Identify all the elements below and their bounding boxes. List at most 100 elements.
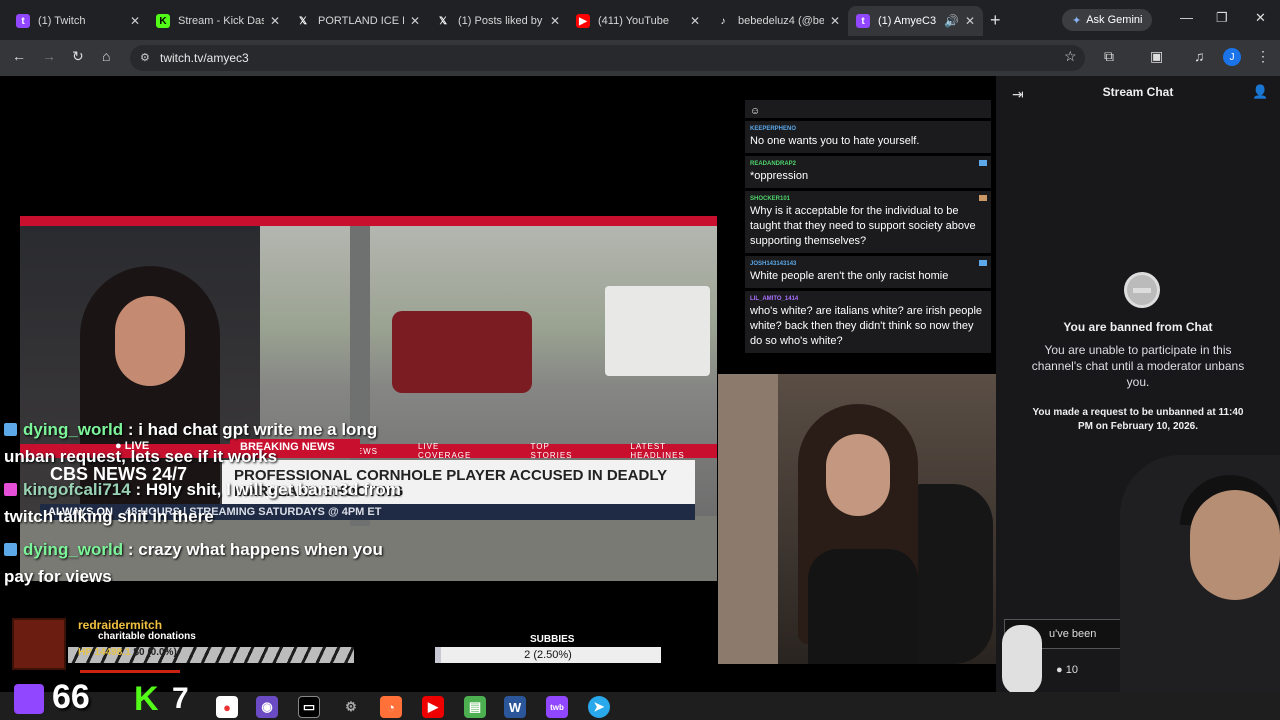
streamer-face (826, 434, 890, 516)
ask-gemini-button[interactable]: ✦ Ask Gemini (1062, 9, 1153, 31)
tab-twitch[interactable]: t (1) Twitch ✕ (8, 6, 148, 36)
files-icon[interactable]: ▤ (464, 696, 486, 718)
twitch-app-icon[interactable]: twb (546, 696, 568, 718)
x-icon: 𝕏 (298, 15, 308, 27)
tab-youtube[interactable]: ▶ (411) YouTube ✕ (568, 6, 708, 36)
back-button[interactable]: ← (12, 48, 26, 64)
youtube-icon: ▶ (576, 14, 590, 28)
restore-button[interactable]: ❐ (1216, 10, 1228, 26)
close-window-button[interactable]: ✕ (1255, 10, 1266, 26)
badge-icon (979, 195, 987, 201)
telegram-icon[interactable]: ➤ (588, 696, 610, 718)
chat-text: No one wants you to hate yourself. (750, 135, 920, 147)
chat-username: READANDRAP2 (750, 161, 797, 167)
close-icon[interactable]: ✕ (130, 14, 140, 28)
badge-icon (979, 260, 987, 266)
taskbar: ● ◉ ▭ ⚙ ◔ ▶ ▤ W twb ➤ (0, 692, 1280, 720)
banned-icon (1124, 272, 1160, 308)
subbies-progress: 2 (2.50%) (435, 647, 661, 663)
red-suv (392, 311, 532, 393)
menu-icon[interactable]: ⋮ (1256, 48, 1270, 65)
person-head (1190, 490, 1280, 600)
extensions-icon[interactable]: ⧉ (1104, 48, 1114, 65)
overlay-chat-item: READANDRAP2 *oppression (745, 156, 991, 188)
new-tab-button[interactable]: + (990, 10, 1001, 31)
community-icon[interactable]: 👤 (1252, 84, 1268, 100)
subbies-value: 2 (2.50%) (524, 649, 572, 661)
discord-icon[interactable]: ◉ (256, 696, 278, 718)
background-door (718, 374, 778, 664)
tab-title: bebedeluz4 (@be (738, 15, 824, 27)
close-icon[interactable]: ✕ (830, 14, 840, 28)
chat-username: kingofcali714 (23, 480, 131, 499)
profile-avatar[interactable]: J (1223, 48, 1241, 66)
points-value: 10 (1065, 664, 1078, 676)
minimize-button[interactable]: — (1180, 10, 1193, 25)
tab-x-portland[interactable]: 𝕏 PORTLAND ICE PR ✕ (288, 6, 428, 36)
firefox-icon[interactable]: ◔ (380, 696, 402, 718)
chat-username: SHOCKER101 (750, 196, 791, 202)
ticker-item: TOP STORIES (530, 442, 573, 460)
gemini-icon: ✦ (1072, 14, 1082, 27)
twitch-icon: t (16, 14, 30, 28)
media-control-icon[interactable]: ♫ (1194, 48, 1205, 64)
emote-icon: ☺ (750, 106, 761, 117)
close-icon[interactable]: ✕ (550, 14, 560, 28)
chrome-icon[interactable]: ● (216, 696, 238, 718)
tab-title: (411) YouTube (598, 15, 669, 27)
streamer-webcam (718, 374, 996, 664)
crown-badge-icon (4, 543, 17, 556)
overlay-chat-item: ☺ (745, 100, 991, 118)
reload-button[interactable]: ↻ (72, 48, 84, 65)
stream-overlay-chat: ☺ KEEPERPHENO No one wants you to hate y… (745, 100, 991, 356)
word-icon[interactable]: W (504, 696, 526, 718)
twitch-icon: t (856, 14, 870, 28)
home-button[interactable]: ⌂ (102, 48, 110, 64)
tab-x-posts[interactable]: 𝕏 (1) Posts liked by ✕ (428, 6, 568, 36)
tab-kick[interactable]: K Stream - Kick Dash ✕ (148, 6, 288, 36)
unban-request-note: You made a request to be unbanned at 11:… (1032, 407, 1244, 432)
close-icon[interactable]: ✕ (690, 14, 700, 28)
hud-red-line (80, 670, 180, 673)
forward-button[interactable]: → (42, 48, 56, 64)
chat-text: White people aren't the only racist homi… (750, 270, 949, 282)
tab-title: (1) Twitch (38, 15, 86, 27)
browser-toolbar: ← → ↻ ⌂ ⚙ twitch.tv/amyec3 ☆ ⧉ ▣ ♫ ⋮ (0, 40, 1280, 76)
reading-list-icon[interactable]: ▣ (1150, 48, 1163, 65)
settings-icon[interactable]: ⚙ (340, 696, 362, 718)
kick-logo-icon: K (134, 680, 159, 718)
address-bar[interactable]: ⚙ twitch.tv/amyec3 (130, 45, 1085, 71)
big-chat-item: kingofcali714 : H9ly shit, I will get ba… (4, 480, 401, 526)
tab-amyec3[interactable]: t (1) AmyeC3 - 🔊 ✕ (848, 6, 983, 36)
donor-name: redraidermitch (78, 618, 163, 632)
browser-tab-bar: t (1) Twitch ✕ K Stream - Kick Dash ✕ 𝕏 … (0, 0, 1280, 40)
close-icon[interactable]: ✕ (410, 14, 420, 28)
chat-title: Stream Chat (1102, 85, 1174, 99)
subbies-label: SUBBIES (530, 634, 575, 645)
stream-big-chat: dying_world : i had chat gpt write me a … (4, 416, 404, 590)
site-info-icon[interactable]: ⚙ (140, 51, 150, 64)
tab-title: Stream - Kick Dash (178, 15, 264, 27)
chat-username: dying_world (23, 420, 124, 439)
donation-label: charitable donations (98, 631, 196, 642)
overlay-chat-item: KEEPERPHENO No one wants you to hate you… (745, 121, 991, 153)
close-icon[interactable]: ✕ (965, 14, 975, 28)
anchor-face (115, 296, 185, 386)
donation-amount: $0 (0.0%) (133, 647, 177, 658)
kick-icon: K (156, 14, 170, 28)
speaker-icon[interactable]: 🔊 (944, 14, 959, 28)
overlay-chat-item: LIL_AMITO_1414 who's white? are italians… (745, 291, 991, 353)
stream-hud: redraidermitch charitable donations HP 1… (0, 615, 700, 695)
hp-text: HP 14498.1 (78, 647, 131, 658)
youtube-app-icon[interactable]: ▶ (422, 696, 444, 718)
terminal-icon[interactable]: ▭ (298, 696, 320, 718)
tab-tiktok[interactable]: ♪ bebedeluz4 (@be ✕ (708, 6, 848, 36)
white-van (605, 286, 710, 376)
tiktok-icon: ♪ (720, 15, 726, 27)
close-icon[interactable]: ✕ (270, 14, 280, 28)
crown-badge-icon (4, 423, 17, 436)
profile-initial: J (1229, 51, 1235, 63)
points-count[interactable]: ● 10 (1056, 664, 1078, 676)
microphone (1002, 625, 1042, 695)
bookmark-star-icon[interactable]: ☆ (1064, 48, 1077, 65)
